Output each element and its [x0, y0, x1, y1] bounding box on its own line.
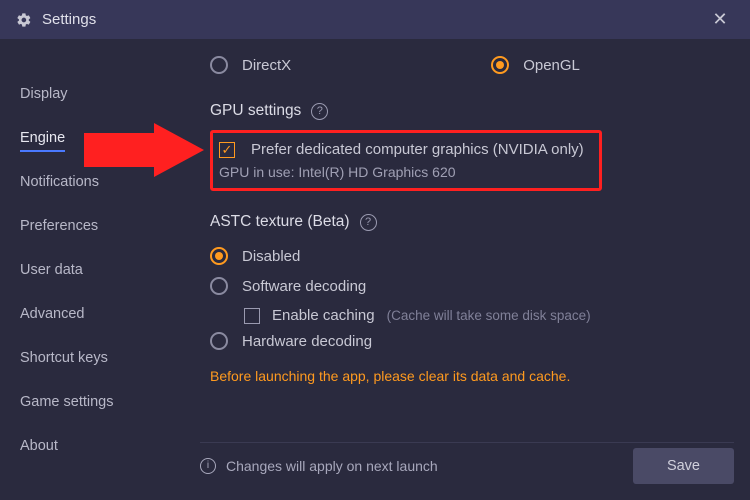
annotation-arrow-icon: [84, 123, 204, 177]
checkbox-label: Enable caching: [272, 307, 375, 324]
radio-icon: [210, 56, 228, 74]
window-title: Settings: [42, 11, 706, 28]
save-button[interactable]: Save: [633, 448, 734, 484]
section-title: ASTC texture (Beta): [210, 213, 350, 231]
radio-astc-software[interactable]: Software decoding: [210, 271, 730, 301]
gear-icon: [16, 12, 32, 28]
radio-icon: [210, 247, 228, 265]
radio-label: Disabled: [242, 248, 300, 265]
close-icon: ✕: [712, 9, 727, 30]
sidebar-item-user-data[interactable]: User data: [20, 252, 83, 290]
content-panel: DirectX OpenGL GPU settings ? Prefer ded…: [190, 40, 750, 500]
astc-warning: Before launching the app, please clear i…: [210, 368, 730, 384]
astc-heading: ASTC texture (Beta) ?: [210, 213, 730, 231]
radio-icon: [491, 56, 509, 74]
radio-icon: [210, 277, 228, 295]
radio-icon: [210, 332, 228, 350]
info-icon: i: [200, 458, 216, 474]
titlebar: Settings ✕: [0, 0, 750, 40]
close-button[interactable]: ✕: [706, 6, 734, 34]
checkbox-label: Prefer dedicated computer graphics (NVID…: [251, 141, 584, 158]
sidebar: Display Engine Notifications Preferences…: [0, 40, 190, 500]
section-title: GPU settings: [210, 102, 301, 120]
checkbox-icon: [219, 142, 235, 158]
radio-directx[interactable]: DirectX: [210, 50, 291, 80]
help-icon[interactable]: ?: [311, 103, 328, 120]
sidebar-item-engine[interactable]: Engine: [20, 120, 65, 152]
sidebar-item-shortcut-keys[interactable]: Shortcut keys: [20, 340, 108, 378]
gpu-in-use-text: GPU in use: Intel(R) HD Graphics 620: [215, 158, 589, 180]
sidebar-item-game-settings[interactable]: Game settings: [20, 384, 114, 422]
radio-label: DirectX: [242, 57, 291, 74]
checkbox-icon: [244, 308, 260, 324]
prefer-dedicated-row[interactable]: Prefer dedicated computer graphics (NVID…: [215, 141, 589, 158]
radio-label: Hardware decoding: [242, 333, 372, 350]
radio-astc-hardware[interactable]: Hardware decoding: [210, 326, 730, 356]
enable-caching-row[interactable]: Enable caching (Cache will take some dis…: [244, 307, 730, 324]
radio-opengl[interactable]: OpenGL: [491, 50, 580, 80]
footer-notice: Changes will apply on next launch: [226, 458, 438, 474]
gpu-highlight-box: Prefer dedicated computer graphics (NVID…: [210, 130, 602, 191]
footer: i Changes will apply on next launch Save: [200, 442, 734, 488]
radio-label: OpenGL: [523, 57, 580, 74]
radio-label: Software decoding: [242, 278, 366, 295]
radio-astc-disabled[interactable]: Disabled: [210, 241, 730, 271]
sidebar-item-advanced[interactable]: Advanced: [20, 296, 85, 334]
gpu-settings-heading: GPU settings ?: [210, 102, 730, 120]
sidebar-item-display[interactable]: Display: [20, 76, 68, 114]
help-icon[interactable]: ?: [360, 214, 377, 231]
caching-note: (Cache will take some disk space): [387, 308, 591, 323]
sidebar-item-about[interactable]: About: [20, 428, 58, 466]
sidebar-item-preferences[interactable]: Preferences: [20, 208, 98, 246]
